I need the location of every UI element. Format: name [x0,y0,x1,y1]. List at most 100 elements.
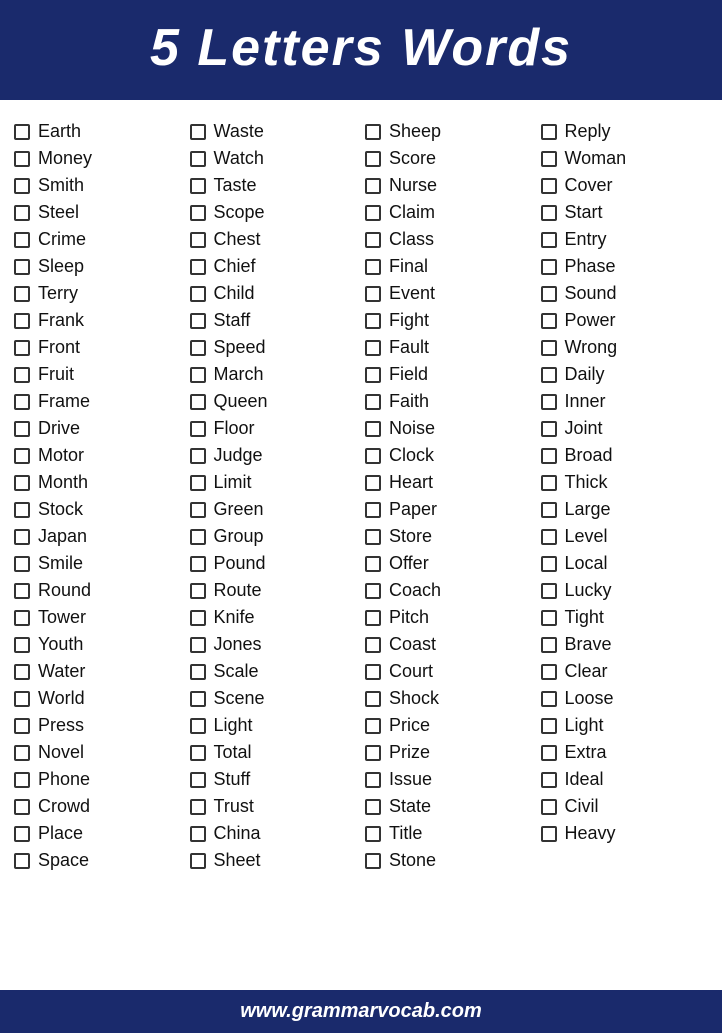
checkbox-icon[interactable] [14,394,30,410]
checkbox-icon[interactable] [365,124,381,140]
checkbox-icon[interactable] [365,772,381,788]
checkbox-icon[interactable] [541,556,557,572]
checkbox-icon[interactable] [14,502,30,518]
checkbox-icon[interactable] [365,178,381,194]
checkbox-icon[interactable] [14,826,30,842]
checkbox-icon[interactable] [541,610,557,626]
checkbox-icon[interactable] [14,151,30,167]
checkbox-icon[interactable] [14,448,30,464]
checkbox-icon[interactable] [365,718,381,734]
checkbox-icon[interactable] [190,232,206,248]
checkbox-icon[interactable] [190,178,206,194]
checkbox-icon[interactable] [541,178,557,194]
checkbox-icon[interactable] [14,556,30,572]
checkbox-icon[interactable] [365,151,381,167]
checkbox-icon[interactable] [365,529,381,545]
checkbox-icon[interactable] [365,259,381,275]
checkbox-icon[interactable] [365,232,381,248]
checkbox-icon[interactable] [14,286,30,302]
checkbox-icon[interactable] [541,124,557,140]
checkbox-icon[interactable] [190,610,206,626]
checkbox-icon[interactable] [541,637,557,653]
checkbox-icon[interactable] [541,421,557,437]
checkbox-icon[interactable] [190,340,206,356]
checkbox-icon[interactable] [365,367,381,383]
checkbox-icon[interactable] [541,313,557,329]
checkbox-icon[interactable] [14,421,30,437]
checkbox-icon[interactable] [14,205,30,221]
checkbox-icon[interactable] [541,151,557,167]
checkbox-icon[interactable] [190,826,206,842]
checkbox-icon[interactable] [541,691,557,707]
checkbox-icon[interactable] [365,745,381,761]
checkbox-icon[interactable] [190,475,206,491]
checkbox-icon[interactable] [541,826,557,842]
checkbox-icon[interactable] [365,205,381,221]
checkbox-icon[interactable] [190,556,206,572]
checkbox-icon[interactable] [541,745,557,761]
checkbox-icon[interactable] [365,826,381,842]
checkbox-icon[interactable] [541,367,557,383]
checkbox-icon[interactable] [14,475,30,491]
checkbox-icon[interactable] [541,529,557,545]
checkbox-icon[interactable] [190,637,206,653]
checkbox-icon[interactable] [190,718,206,734]
checkbox-icon[interactable] [541,772,557,788]
checkbox-icon[interactable] [541,718,557,734]
checkbox-icon[interactable] [365,340,381,356]
checkbox-icon[interactable] [14,853,30,869]
checkbox-icon[interactable] [190,664,206,680]
checkbox-icon[interactable] [190,799,206,815]
checkbox-icon[interactable] [190,421,206,437]
checkbox-icon[interactable] [190,691,206,707]
checkbox-icon[interactable] [190,394,206,410]
checkbox-icon[interactable] [14,637,30,653]
checkbox-icon[interactable] [190,502,206,518]
checkbox-icon[interactable] [541,799,557,815]
checkbox-icon[interactable] [365,556,381,572]
checkbox-icon[interactable] [365,475,381,491]
checkbox-icon[interactable] [365,313,381,329]
checkbox-icon[interactable] [14,124,30,140]
checkbox-icon[interactable] [541,475,557,491]
checkbox-icon[interactable] [365,421,381,437]
checkbox-icon[interactable] [365,799,381,815]
checkbox-icon[interactable] [14,691,30,707]
checkbox-icon[interactable] [190,583,206,599]
checkbox-icon[interactable] [190,529,206,545]
checkbox-icon[interactable] [14,367,30,383]
checkbox-icon[interactable] [365,664,381,680]
checkbox-icon[interactable] [190,772,206,788]
checkbox-icon[interactable] [541,205,557,221]
checkbox-icon[interactable] [14,529,30,545]
checkbox-icon[interactable] [365,448,381,464]
checkbox-icon[interactable] [190,367,206,383]
checkbox-icon[interactable] [14,718,30,734]
checkbox-icon[interactable] [190,259,206,275]
checkbox-icon[interactable] [541,232,557,248]
checkbox-icon[interactable] [541,340,557,356]
checkbox-icon[interactable] [190,151,206,167]
checkbox-icon[interactable] [14,664,30,680]
checkbox-icon[interactable] [365,691,381,707]
checkbox-icon[interactable] [14,799,30,815]
checkbox-icon[interactable] [190,313,206,329]
checkbox-icon[interactable] [365,394,381,410]
checkbox-icon[interactable] [190,205,206,221]
checkbox-icon[interactable] [190,853,206,869]
checkbox-icon[interactable] [190,124,206,140]
checkbox-icon[interactable] [14,313,30,329]
checkbox-icon[interactable] [541,394,557,410]
checkbox-icon[interactable] [541,502,557,518]
checkbox-icon[interactable] [365,286,381,302]
checkbox-icon[interactable] [14,610,30,626]
checkbox-icon[interactable] [541,448,557,464]
checkbox-icon[interactable] [190,286,206,302]
checkbox-icon[interactable] [365,583,381,599]
checkbox-icon[interactable] [365,637,381,653]
checkbox-icon[interactable] [365,502,381,518]
checkbox-icon[interactable] [541,286,557,302]
checkbox-icon[interactable] [541,583,557,599]
checkbox-icon[interactable] [190,448,206,464]
checkbox-icon[interactable] [14,232,30,248]
